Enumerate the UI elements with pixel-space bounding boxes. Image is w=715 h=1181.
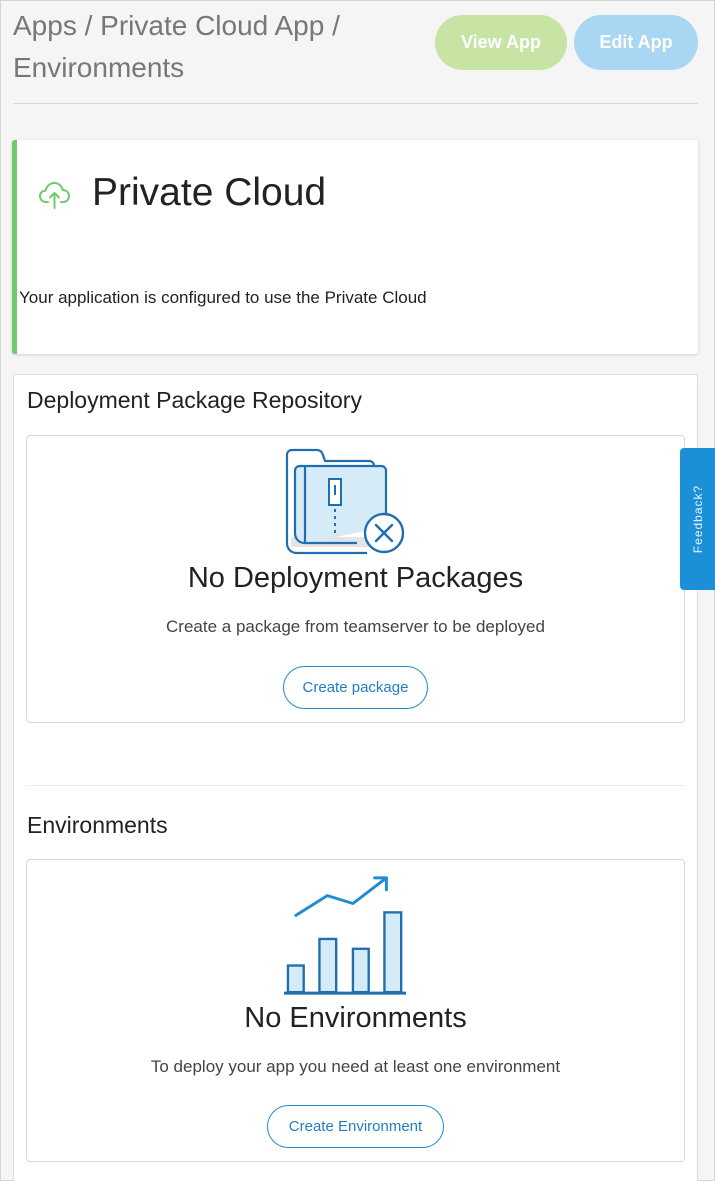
header-divider	[13, 103, 698, 104]
cloud-upload-icon	[39, 182, 70, 209]
deployment-panel: Deployment Package Repository No Deploym…	[13, 374, 698, 1181]
private-cloud-title: Private Cloud	[92, 171, 327, 214]
feedback-label: Feedback?	[691, 484, 705, 554]
section-divider	[26, 785, 685, 786]
breadcrumb: Apps / Private Cloud App / Environments	[13, 10, 340, 83]
environments-empty-state: No Environments To deploy your app you n…	[26, 859, 685, 1162]
create-environment-button[interactable]: Create Environment	[267, 1105, 444, 1148]
repository-empty-description: Create a package from teamserver to be d…	[166, 617, 545, 636]
repository-heading: Deployment Package Repository	[27, 387, 362, 413]
repository-empty-state: No Deployment Packages Create a package …	[26, 435, 685, 723]
feedback-tab[interactable]: Feedback?	[680, 448, 715, 590]
private-cloud-description: Your application is configured to use th…	[19, 288, 427, 307]
environments-heading: Environments	[27, 812, 168, 838]
environments-empty-title: No Environments	[244, 1002, 467, 1034]
private-cloud-card: Private Cloud Your application is config…	[12, 140, 698, 354]
zip-folder-remove-icon	[285, 448, 405, 555]
page-header: Apps / Private Cloud App / Environments …	[1, 1, 714, 104]
repository-empty-title: No Deployment Packages	[187, 562, 524, 594]
environments-empty-description: To deploy your app you need at least one…	[150, 1057, 561, 1076]
edit-app-button[interactable]: Edit App	[574, 15, 698, 70]
growth-chart-icon	[284, 876, 407, 995]
view-app-button[interactable]: View App	[435, 15, 567, 70]
create-package-button[interactable]: Create package	[283, 666, 428, 709]
